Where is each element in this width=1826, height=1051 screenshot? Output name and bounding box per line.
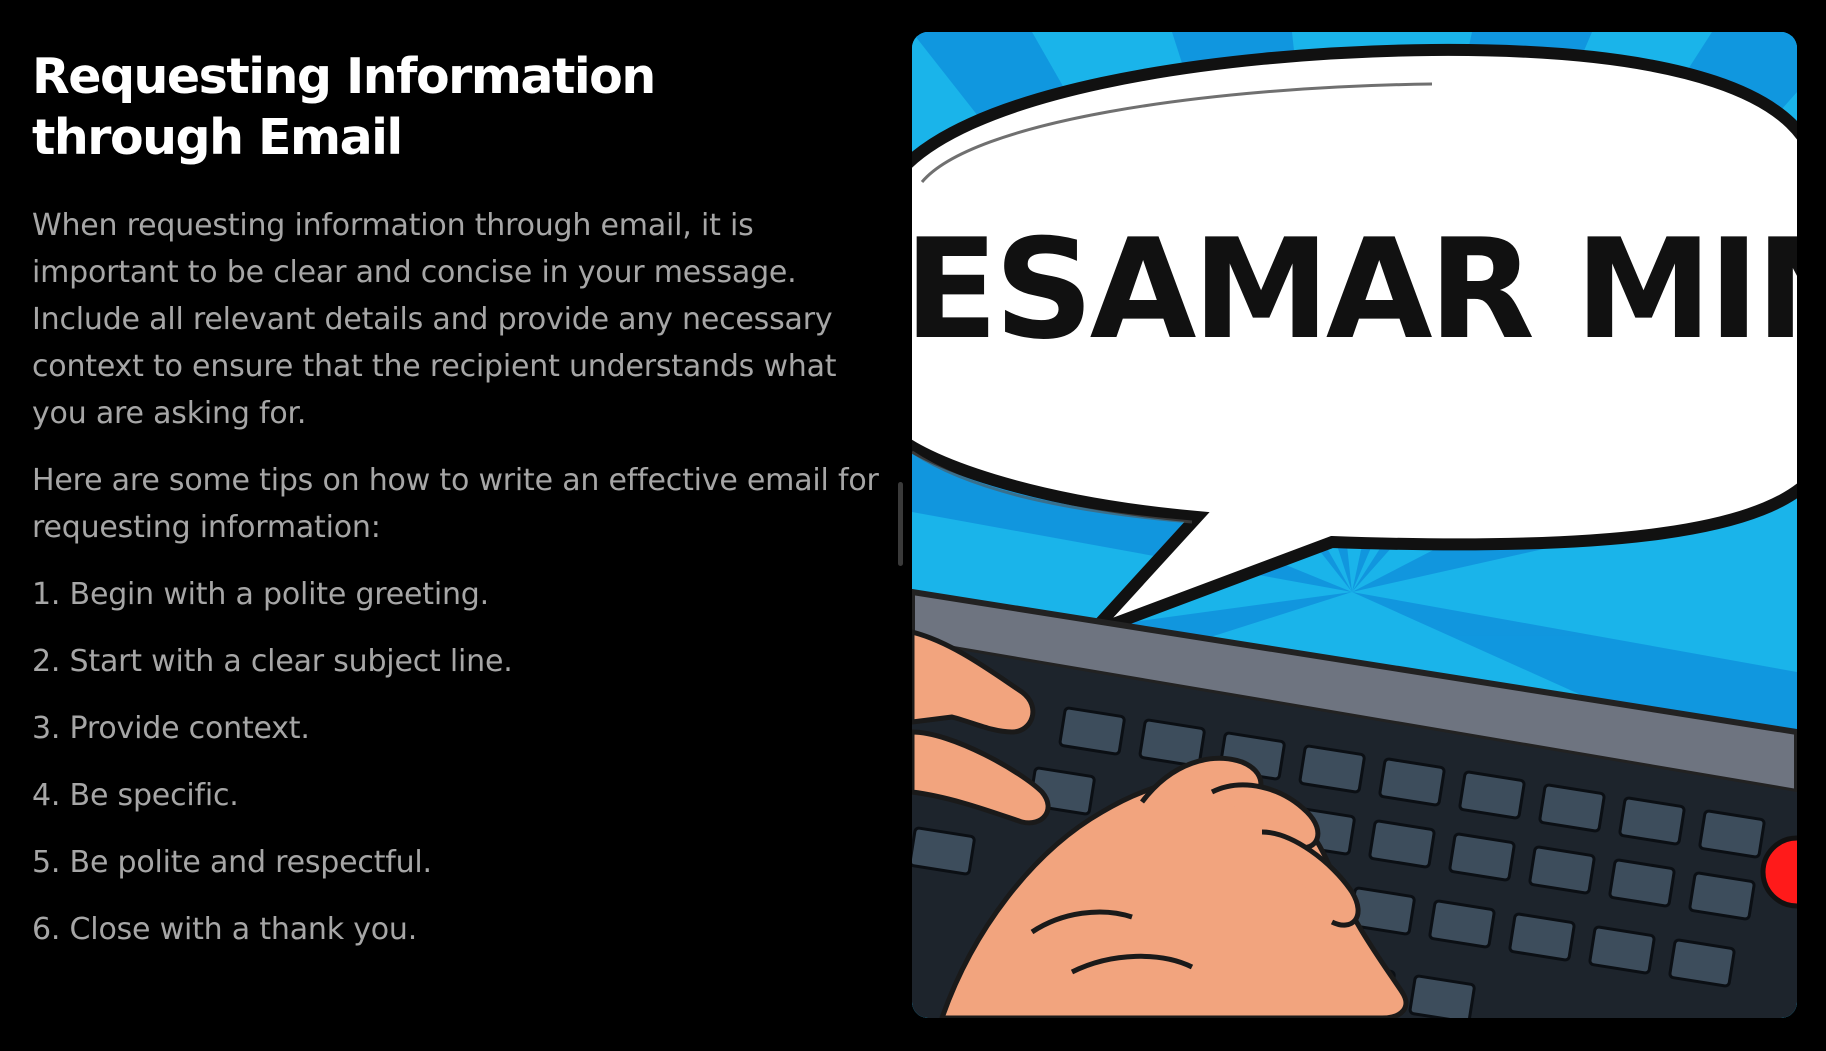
- list-item: 4. Be specific.: [32, 778, 239, 813]
- comic-typing-hands-illustration: ESAMAR MING: [912, 32, 1797, 1018]
- intro-paragraph: When requesting information through emai…: [32, 208, 837, 431]
- list-item: 5. Be polite and respectful.: [32, 845, 432, 880]
- slide-text-panel: Requesting Information through Email Whe…: [32, 46, 880, 973]
- speech-bubble-text: ESAMAR MING: [912, 209, 1797, 370]
- tips-list: 1. Begin with a polite greeting. 2. Star…: [32, 571, 880, 953]
- illustration-svg: ESAMAR MING: [912, 32, 1797, 1018]
- tips-intro-paragraph: Here are some tips on how to write an ef…: [32, 463, 879, 545]
- list-item: 2. Start with a clear subject line.: [32, 644, 513, 679]
- list-item: 1. Begin with a polite greeting.: [32, 577, 489, 612]
- list-item: 3. Provide context.: [32, 711, 310, 746]
- page-title: Requesting Information through Email: [32, 48, 656, 166]
- list-item: 6. Close with a thank you.: [32, 912, 418, 947]
- scrollbar-handle[interactable]: [898, 482, 903, 566]
